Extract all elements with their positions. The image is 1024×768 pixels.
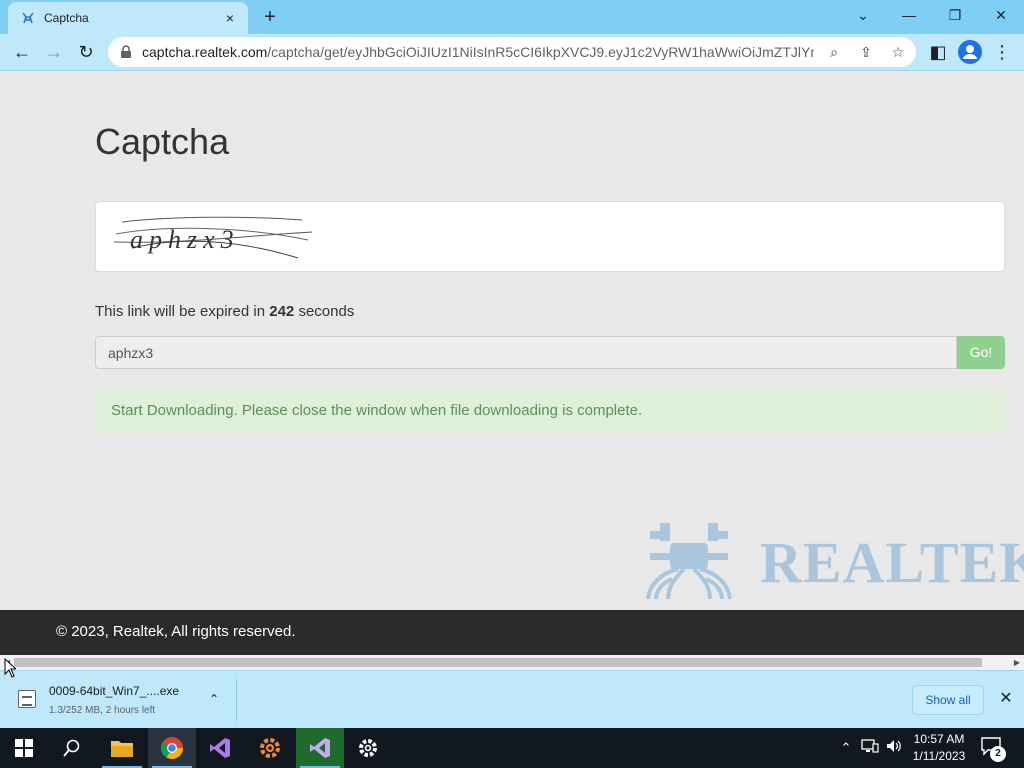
new-tab-button[interactable]: + <box>258 6 282 30</box>
visual-studio-purple-button[interactable] <box>196 728 244 768</box>
browser-toolbar: ← → ↻ captcha.realtek.com/captcha/get/ey… <box>0 34 1024 71</box>
start-button[interactable] <box>0 728 48 768</box>
download-file-name: 0009-64bit_Win7_....exe <box>49 684 180 698</box>
show-all-button[interactable]: Show all <box>912 685 984 715</box>
clock-time: 10:57 AM <box>913 732 965 746</box>
expire-seconds: 242 <box>269 303 295 320</box>
close-shelf-icon[interactable]: ✕ <box>994 687 1018 711</box>
tab-search-chevron-icon[interactable]: ⌄ <box>840 0 886 30</box>
scrollbar-thumb[interactable] <box>14 658 982 667</box>
share-icon[interactable]: ⇪ <box>852 37 880 67</box>
url-text[interactable]: captcha.realtek.com/captcha/get/eyJhbGci… <box>142 44 814 60</box>
captcha-panel: aphzx3 <box>95 201 1005 272</box>
tab-close-icon[interactable]: × <box>222 10 238 26</box>
exe-file-icon <box>18 690 36 708</box>
side-panel-icon[interactable]: ◧ <box>924 38 952 66</box>
captcha-image: aphzx3 <box>112 214 313 260</box>
page-footer: © 2023, Realtek, All rights reserved. <box>0 610 1024 655</box>
show-hidden-icons-chevron-icon[interactable]: ⌃ <box>836 738 856 758</box>
browser-menu-icon[interactable]: ⋮ <box>988 38 1016 66</box>
search-icon <box>63 739 80 757</box>
tab-captcha[interactable]: Captcha × <box>8 2 248 34</box>
chrome-icon <box>161 737 183 759</box>
volume-icon[interactable] <box>884 738 904 758</box>
mouse-cursor-icon <box>4 658 16 678</box>
gear-orange-icon <box>260 738 280 758</box>
restore-button[interactable]: ❐ <box>932 0 978 30</box>
reload-button[interactable]: ↻ <box>72 38 100 66</box>
forward-button[interactable]: → <box>40 38 68 66</box>
clock-date: 1/11/2023 <box>912 749 966 763</box>
go-button[interactable]: Go! <box>957 336 1005 369</box>
tab-title: Captcha <box>44 11 89 25</box>
page-title: Captcha <box>95 121 230 162</box>
captcha-input[interactable] <box>95 336 957 369</box>
search-button[interactable] <box>48 728 96 768</box>
download-shelf: 0009-64bit_Win7_....exe 1.3/252 MB, 2 ho… <box>0 670 1024 728</box>
settings-button[interactable] <box>344 728 392 768</box>
logo-wordmark: REALTEK <box>760 530 1024 595</box>
download-alert: Start Downloading. Please close the wind… <box>95 389 1005 433</box>
notification-count-badge: 2 <box>990 746 1006 762</box>
captcha-text: aphzx3 <box>130 225 240 254</box>
download-item[interactable]: 0009-64bit_Win7_....exe 1.3/252 MB, 2 ho… <box>8 677 236 723</box>
bookmark-star-icon[interactable]: ☆ <box>884 37 912 67</box>
visual-studio-icon <box>210 738 230 758</box>
realtek-logo: REALTEK <box>642 523 1024 603</box>
close-window-button[interactable]: ✕ <box>978 0 1024 30</box>
folder-icon <box>111 741 133 757</box>
taskbar-clock[interactable]: 10:57 AM 1/11/2023 <box>906 731 972 765</box>
minimize-button[interactable]: — <box>886 0 932 30</box>
realtek-crab-icon <box>20 10 36 26</box>
expire-notice: This link will be expired in 242 seconds <box>95 303 355 320</box>
lock-icon[interactable] <box>120 45 134 59</box>
chrome-button[interactable] <box>148 728 196 768</box>
tab-strip: Captcha × + ⌄ — ❐ ✕ <box>0 0 1024 34</box>
back-button[interactable]: ← <box>8 38 36 66</box>
visual-studio-icon <box>310 738 330 758</box>
gear-icon <box>359 739 377 757</box>
page-content: Captcha aphzx3 This link will be expired… <box>0 71 1024 610</box>
horizontal-scrollbar[interactable]: ◀ ▶ <box>0 655 1024 670</box>
network-icon[interactable] <box>860 738 880 758</box>
profile-avatar-icon[interactable] <box>958 40 982 64</box>
windows-taskbar: ⌃ 10:57 AM 1/11/2023 2 <box>0 728 1024 768</box>
visual-studio-button[interactable] <box>296 728 344 768</box>
file-explorer-button[interactable] <box>98 728 146 768</box>
scroll-right-arrow-icon[interactable]: ▶ <box>1010 655 1024 670</box>
realtek-crab-icon <box>646 523 732 600</box>
shelf-divider <box>236 679 237 721</box>
windows-logo-icon <box>15 739 33 757</box>
search-icon[interactable]: ⌕ <box>820 37 848 67</box>
copyright-text: © 2023, Realtek, All rights reserved. <box>56 623 296 640</box>
action-center-button[interactable]: 2 <box>980 736 1008 762</box>
download-status: 1.3/252 MB, 2 hours left <box>49 705 156 716</box>
address-bar[interactable]: captcha.realtek.com/captcha/get/eyJhbGci… <box>108 37 916 67</box>
chevron-up-icon[interactable]: ⌃ <box>204 689 224 709</box>
settings-app-orange-button[interactable] <box>246 728 294 768</box>
